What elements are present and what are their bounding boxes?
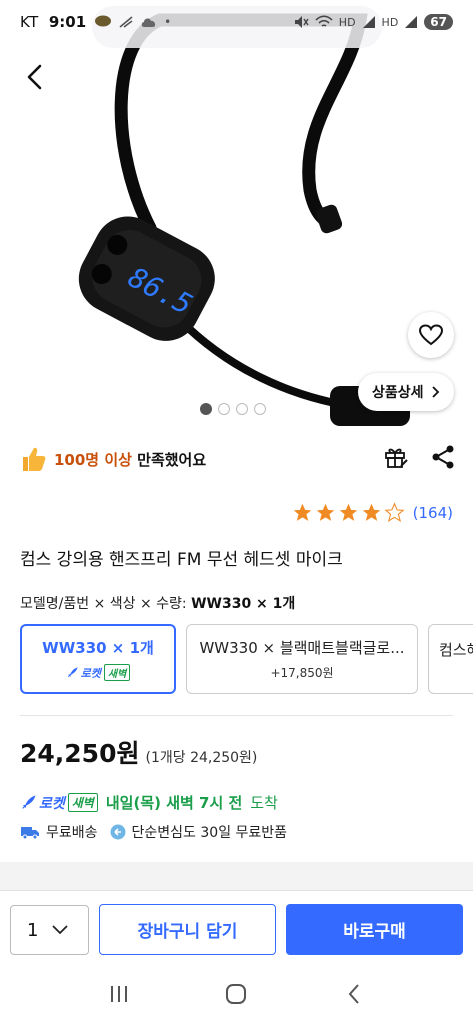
rating-row[interactable]: (164)	[292, 502, 453, 523]
recent-apps-icon	[110, 986, 127, 1002]
satisfaction-count: 100명 이상	[54, 450, 132, 469]
option-item-selected[interactable]: WW330 × 1개 로켓 새벽	[20, 624, 176, 694]
star-full-icon	[339, 503, 357, 521]
divider	[20, 715, 453, 716]
selected-option-value: WW330 × 1개	[191, 596, 296, 612]
cloud-icon	[141, 18, 156, 27]
cell-signal-icon-2	[405, 16, 418, 28]
star-full-icon	[293, 503, 311, 521]
gift-icon	[385, 448, 408, 468]
shipping-return-row: 무료배송 단순변심도 30일 무료반품	[20, 822, 287, 842]
product-detail-button[interactable]: 상품상세	[358, 373, 454, 411]
battery-indicator: 67	[424, 14, 453, 30]
wifi-icon	[315, 15, 333, 27]
share-icon	[432, 445, 454, 469]
purchase-bar: 1 장바구니 담기 바로구매	[0, 890, 473, 964]
home-button[interactable]	[216, 974, 256, 1014]
system-back-button[interactable]	[334, 974, 374, 1014]
section-separator	[0, 862, 473, 890]
product-detail-label: 상품상세	[372, 385, 424, 401]
cell-signal-icon	[362, 16, 375, 28]
product-page: 86.5 상품상세 KT 9:01 • HD HD 67 100명 이상 만족했…	[0, 0, 473, 1024]
product-title: 컴스 강의용 핸즈프리 FM 무선 헤드셋 마이크	[20, 550, 343, 570]
carousel-dot[interactable]	[200, 403, 212, 415]
share-button[interactable]	[431, 444, 455, 474]
satisfaction-suffix: 만족했어요	[131, 450, 207, 469]
option-list: WW330 × 1개 로켓 새벽 WW330 × 블랙매트블랙글로... +17…	[20, 624, 473, 694]
add-to-cart-button[interactable]: 장바구니 담기	[99, 904, 276, 955]
product-image: 86.5	[78, 13, 410, 426]
heart-icon	[418, 324, 444, 346]
carousel-dot[interactable]	[218, 403, 230, 415]
carousel-dot[interactable]	[236, 403, 248, 415]
nav-back-icon	[348, 984, 359, 1004]
signal-notification-icon	[119, 16, 133, 28]
satisfaction-row: 100명 이상 만족했어요	[20, 442, 455, 476]
carousel-dots	[200, 403, 266, 415]
return-icon	[110, 824, 126, 840]
rocket-icon	[22, 794, 36, 809]
option-item[interactable]: 컴스헤	[428, 624, 473, 694]
home-icon	[226, 984, 247, 1004]
hd-icon-2: HD	[381, 15, 399, 29]
thumbs-up-icon	[23, 447, 46, 471]
status-time: 9:01	[48, 13, 87, 31]
buy-now-button[interactable]: 바로구매	[286, 904, 463, 955]
return-policy-text: 단순변심도 30일 무료반품	[131, 825, 288, 841]
status-bar: KT 9:01 • HD HD 67	[0, 0, 473, 48]
delivery-date: 내일(목) 새벽 7시 전	[105, 794, 243, 812]
rocket-icon	[67, 666, 78, 677]
star-full-icon	[316, 503, 334, 521]
quantity-select[interactable]: 1	[10, 905, 89, 955]
hd-icon: HD	[338, 15, 356, 29]
truck-icon	[21, 827, 39, 840]
gift-button[interactable]	[383, 444, 409, 474]
option-label: 모델명/품번 × 색상 × 수량: WW330 × 1개	[20, 596, 296, 612]
rocket-badge: 로켓 새벽	[66, 664, 131, 681]
quantity-value: 1	[27, 919, 39, 941]
delivery-arrive: 도착	[250, 794, 278, 812]
rocket-delivery-badge: 로켓 새벽	[20, 793, 98, 813]
delivery-row: 로켓 새벽 내일(목) 새벽 7시 전 도착	[20, 792, 278, 813]
system-nav-bar	[0, 964, 473, 1024]
mute-icon	[294, 16, 309, 28]
star-full-icon	[362, 503, 380, 521]
talk-notification-icon	[95, 15, 112, 27]
carrier-label: KT	[20, 13, 39, 31]
option-item[interactable]: WW330 × 블랙매트블랙글로... +17,850원	[186, 624, 418, 694]
product-image-carousel[interactable]: 86.5 상품상세	[0, 0, 473, 432]
chevron-down-icon	[52, 925, 69, 935]
back-button[interactable]	[18, 60, 52, 94]
carousel-dot[interactable]	[254, 403, 266, 415]
price-row: 24,250원 (1개당 24,250원)	[20, 734, 257, 770]
unit-price: (1개당 24,250원)	[145, 750, 258, 766]
recent-apps-button[interactable]	[99, 974, 139, 1014]
review-count-link[interactable]: (164)	[413, 504, 453, 522]
chevron-right-icon	[431, 386, 439, 398]
more-notifications-icon: •	[164, 15, 172, 29]
star-empty-icon	[384, 502, 405, 522]
wishlist-button[interactable]	[408, 312, 454, 358]
back-arrow-icon	[27, 64, 42, 90]
free-shipping-text: 무료배송	[46, 825, 98, 841]
price: 24,250원	[20, 739, 140, 768]
